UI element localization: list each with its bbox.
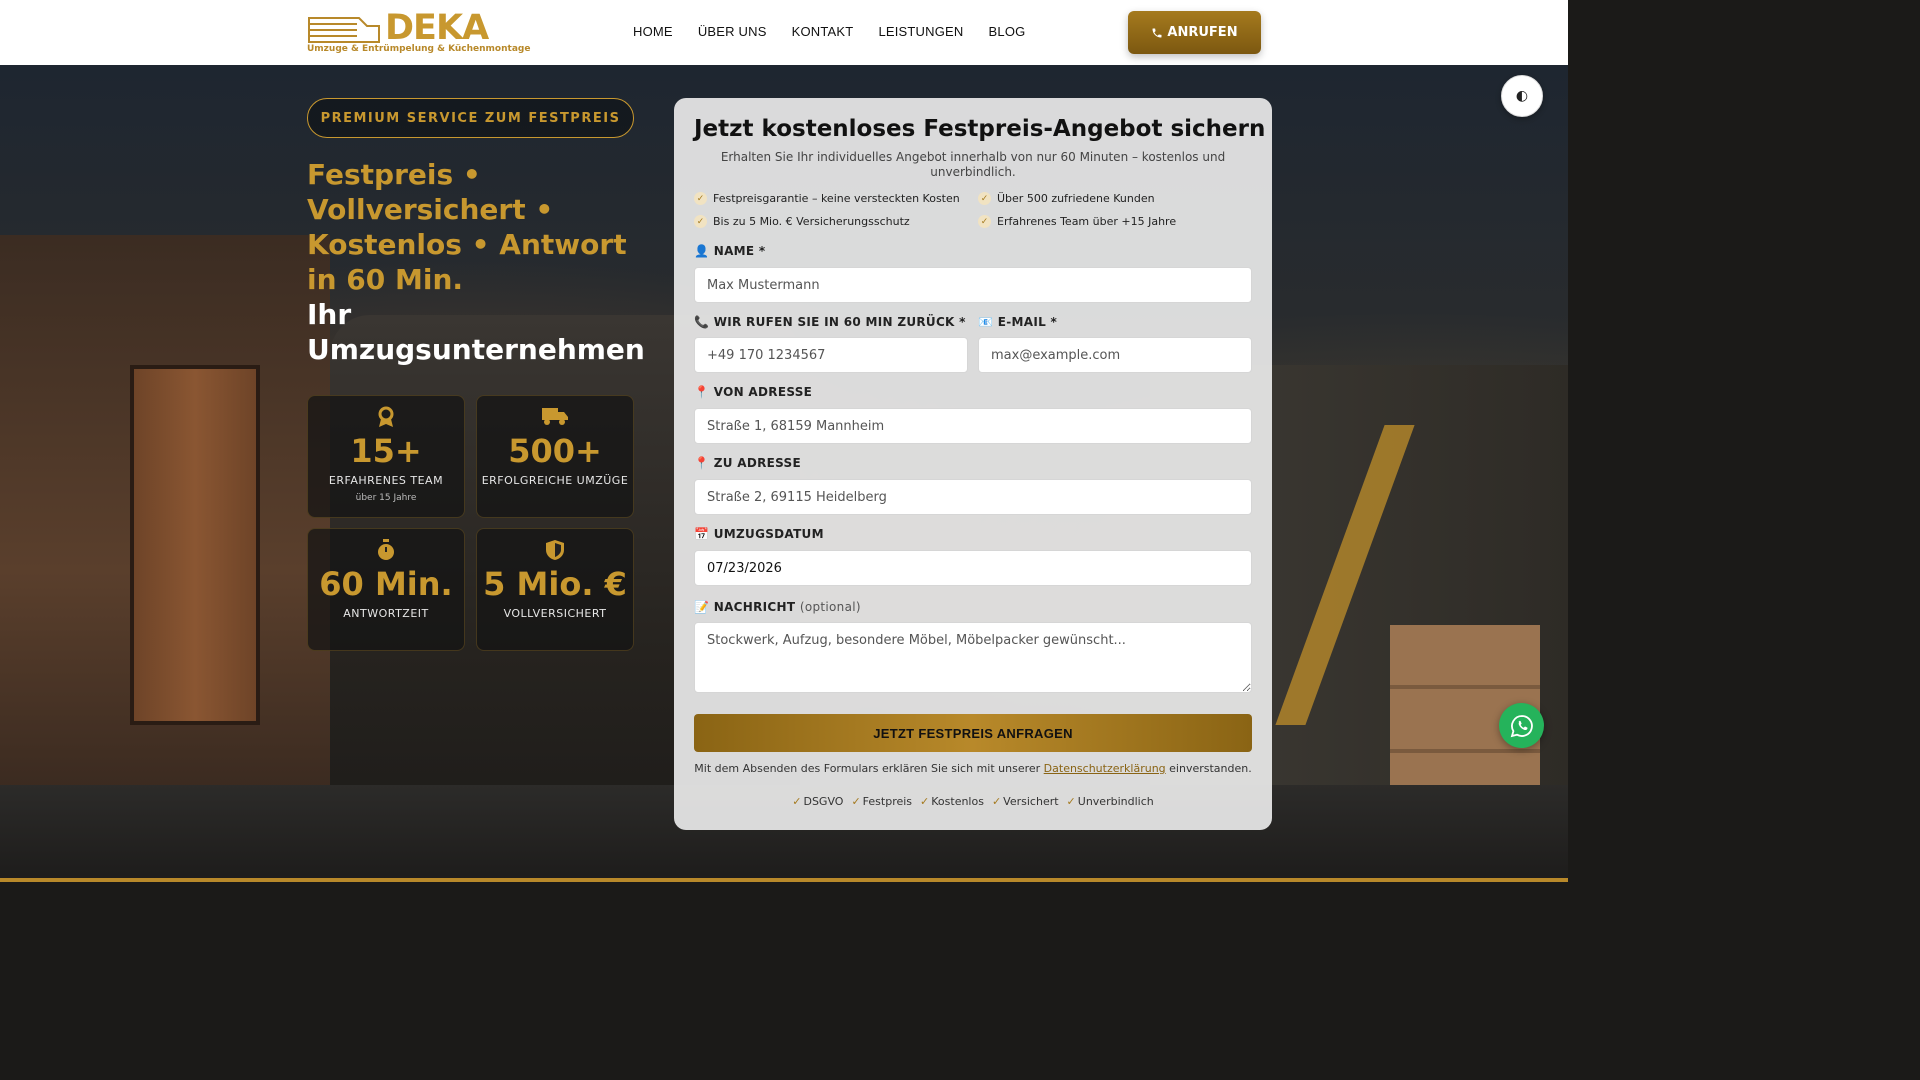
nav-home[interactable]: HOME: [633, 24, 673, 39]
email-icon: 📧: [978, 315, 994, 329]
stat-card-insurance: 5 Mio. € VOLLVERSICHERT: [476, 528, 634, 651]
stopwatch-icon: [378, 539, 394, 560]
stat-value: 500+: [508, 432, 602, 470]
call-button-label: ANRUFEN: [1167, 25, 1238, 40]
form-title: Jetzt kostenloses Festpreis-Angebot sich…: [694, 116, 1266, 142]
headline-line: in 60 Min.: [307, 263, 464, 296]
person-icon: 👤: [694, 244, 710, 258]
hero-headline: Festpreis • Vollversichert • Kostenlos •…: [307, 157, 647, 367]
stat-label: ANTWORTZEIT: [343, 607, 429, 620]
benefit-text: Festpreisgarantie – keine versteckten Ko…: [713, 192, 960, 205]
pin-icon: 📍: [694, 456, 710, 470]
stat-card-moves: 500+ ERFOLGREICHE UMZÜGE: [476, 395, 634, 518]
benefit-item: ✓ Bis zu 5 Mio. € Versicherungsschutz: [694, 215, 910, 228]
site-header: DEKA Umzuge & Entrümpelung & Küchenmonta…: [0, 0, 1568, 65]
date-input[interactable]: [694, 550, 1252, 586]
message-label: 📝 NACHRICHT (optional): [694, 600, 861, 614]
name-label: 👤 NAME *: [694, 244, 766, 258]
email-label: 📧 E-MAIL *: [978, 315, 1058, 329]
nav-ueber-uns[interactable]: ÜBER UNS: [698, 24, 767, 39]
benefit-text: Über 500 zufriedene Kunden: [997, 192, 1155, 205]
phone-input[interactable]: [694, 337, 968, 373]
calendar-icon: 📅: [694, 527, 710, 541]
stat-sub: über 15 Jahre: [355, 493, 417, 503]
privacy-link[interactable]: Datenschutzerklärung: [1044, 762, 1166, 775]
check-icon: ✓: [1066, 795, 1076, 808]
check-icon: ✓: [978, 192, 991, 205]
from-address-label: 📍 VON ADRESSE: [694, 385, 813, 399]
shield-icon: [546, 540, 564, 560]
benefit-item: ✓ Festpreisgarantie – keine versteckten K…: [694, 192, 960, 205]
message-textarea[interactable]: [694, 622, 1252, 693]
trust-item: ✓ DSGVO: [792, 795, 844, 808]
stat-card-team: 15+ ERFAHRENES TEAM über 15 Jahre: [307, 395, 465, 518]
memo-icon: 📝: [694, 600, 710, 614]
quote-form-card: Jetzt kostenloses Festpreis-Angebot sich…: [674, 98, 1272, 830]
main-nav: HOME ÜBER UNS KONTAKT LEISTUNGEN BLOG: [633, 24, 1025, 39]
truck-icon: [542, 408, 568, 425]
award-icon: [378, 406, 394, 427]
from-address-input[interactable]: [694, 408, 1252, 444]
check-icon: ✓: [991, 795, 1002, 808]
phone-icon: [1152, 28, 1162, 37]
name-input[interactable]: [694, 267, 1252, 303]
submit-button[interactable]: JETZT FESTPREIS ANFRAGEN: [694, 714, 1252, 752]
phone-icon: 📞: [694, 315, 710, 329]
call-button[interactable]: ANRUFEN: [1128, 11, 1261, 54]
check-icon: ✓: [792, 795, 802, 808]
form-subtitle: Erhalten Sie Ihr individuelles Angebot i…: [720, 150, 1226, 179]
trust-item: ✓ Unverbindlich: [1066, 795, 1154, 808]
trust-item: ✓ Festpreis: [851, 795, 913, 808]
phone-label: 📞 WIR RUFEN SIE IN 60 MIN ZURÜCK *: [694, 315, 966, 329]
check-icon: ✓: [920, 795, 930, 808]
email-input[interactable]: [978, 337, 1252, 373]
stat-card-response: 60 Min. ANTWORTZEIT: [307, 528, 465, 651]
headline-line: Umzugsunternehmen: [307, 333, 645, 366]
benefit-item: ✓ Erfahrenes Team über +15 Jahre: [978, 215, 1176, 228]
check-icon: ✓: [694, 215, 707, 228]
check-icon: ✓: [694, 192, 707, 205]
moving-truck-logo-icon: [308, 17, 380, 43]
nav-blog[interactable]: BLOG: [989, 24, 1026, 39]
date-label: 📅 UMZUGSDATUM: [694, 527, 824, 541]
contrast-icon: ◐: [1515, 88, 1529, 104]
brand-tagline: Umzuge & Entrümpelung & Küchenmontage: [307, 44, 531, 54]
stat-label: ERFOLGREICHE UMZÜGE: [481, 474, 629, 487]
to-address-label: 📍 ZU ADRESSE: [694, 456, 801, 470]
stat-value: 60 Min.: [319, 565, 453, 603]
whatsapp-button[interactable]: [1499, 703, 1544, 748]
trust-item: ✓ Versichert: [991, 795, 1059, 808]
benefit-item: ✓ Über 500 zufriedene Kunden: [978, 192, 1155, 205]
benefit-text: Erfahrenes Team über +15 Jahre: [997, 215, 1177, 228]
headline-line: Vollversichert •: [307, 193, 554, 226]
check-icon: ✓: [978, 215, 991, 228]
benefit-text: Bis zu 5 Mio. € Versicherungsschutz: [713, 215, 910, 228]
headline-line: Kostenlos • Antwort: [307, 228, 627, 261]
gold-divider: [0, 878, 1568, 882]
check-icon: ✓: [851, 795, 861, 808]
brand-name: DEKA: [385, 8, 489, 48]
privacy-note: Mit dem Absenden des Formulars erklären …: [694, 762, 1252, 775]
trust-item: ✓ Kostenlos: [920, 795, 984, 808]
theme-toggle-button[interactable]: ◐: [1501, 75, 1543, 117]
headline-line: Festpreis •: [307, 158, 481, 191]
to-address-input[interactable]: [694, 479, 1252, 515]
stat-label: VOLLVERSICHERT: [503, 607, 607, 620]
stat-value: 15+: [350, 432, 422, 470]
nav-leistungen[interactable]: LEISTUNGEN: [878, 24, 963, 39]
stat-value: 5 Mio. €: [483, 565, 627, 603]
trust-badges: ✓ DSGVO ✓ Festpreis ✓ Kostenlos ✓ Versichert…: [694, 795, 1252, 808]
stat-label: ERFAHRENES TEAM: [328, 474, 444, 487]
whatsapp-icon: [1510, 714, 1533, 737]
premium-badge: PREMIUM SERVICE ZUM FESTPREIS: [307, 98, 634, 138]
headline-line: Ihr: [307, 298, 352, 331]
brand-logo[interactable]: DEKA Umzuge & Entrümpelung & Küchenmonta…: [307, 8, 530, 56]
house-door-illustration: [130, 365, 260, 725]
nav-kontakt[interactable]: KONTAKT: [792, 24, 854, 39]
pin-icon: 📍: [694, 385, 710, 399]
